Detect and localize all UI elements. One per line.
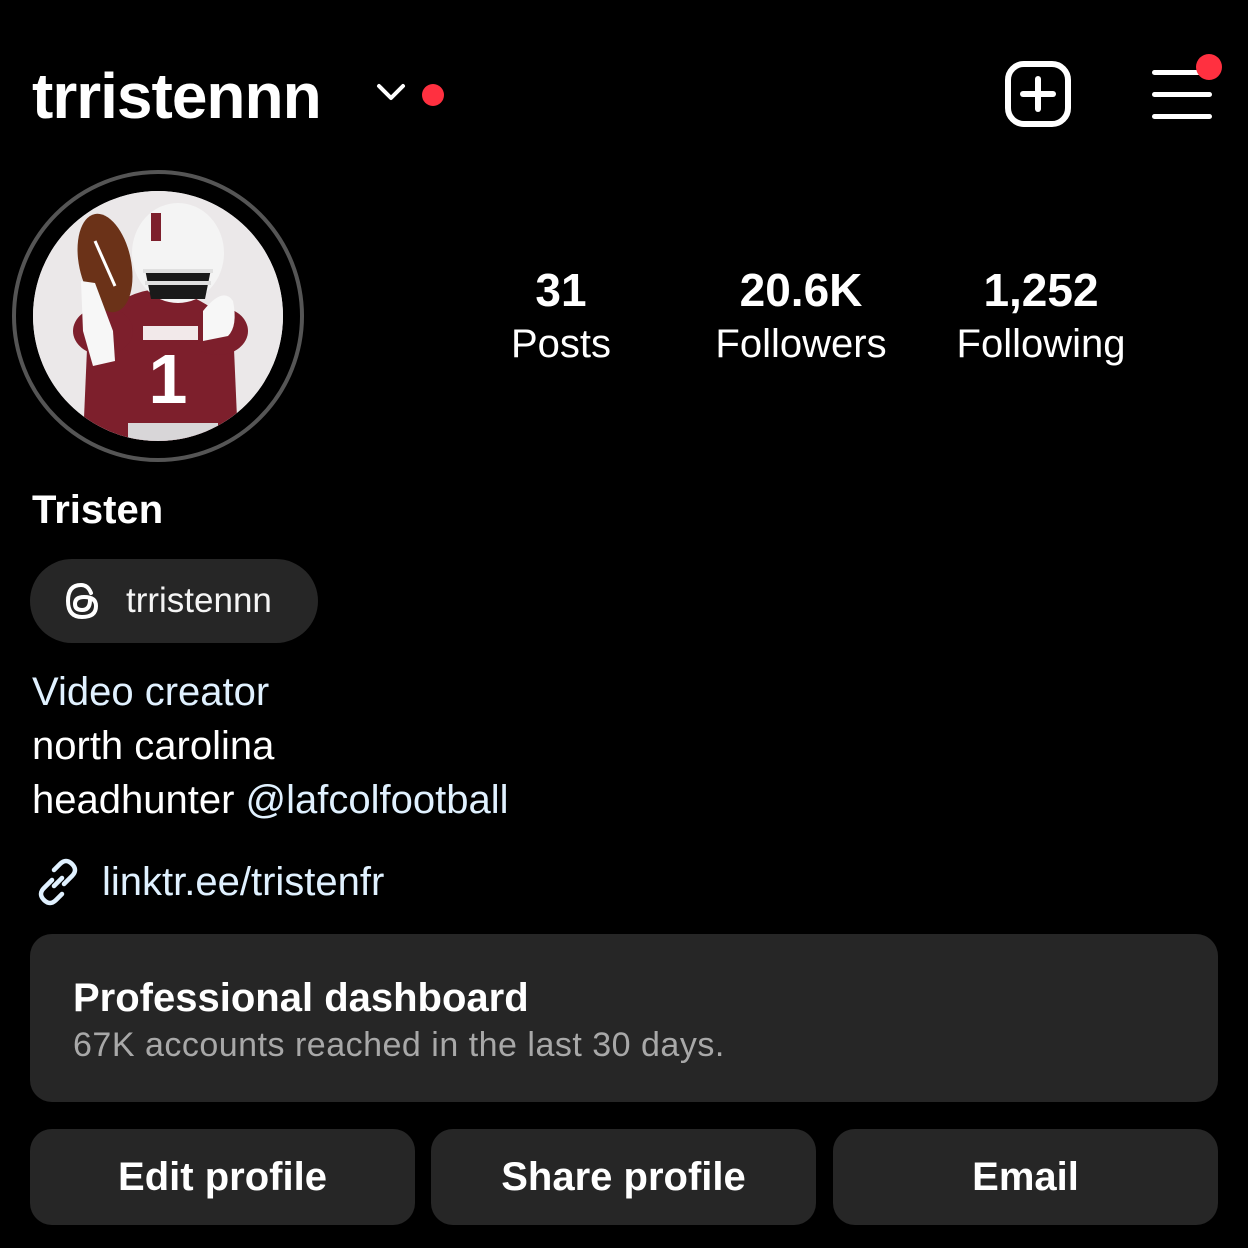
profile-photo: 1	[33, 191, 283, 441]
mention-link[interactable]: @lafcolfootball	[246, 778, 509, 822]
bio-text: headhunter	[32, 778, 246, 822]
followers-count: 20.6K	[739, 264, 863, 316]
followers-label: Followers	[715, 322, 887, 366]
category-label[interactable]: Video creator	[32, 665, 269, 719]
posts-stat[interactable]: 31 Posts	[441, 262, 681, 370]
dashboard-subtitle: 67K accounts reached in the last 30 days…	[73, 1026, 725, 1064]
threads-badge[interactable]: trristennn	[30, 559, 318, 643]
threads-handle: trristennn	[126, 581, 272, 620]
posts-label: Posts	[510, 322, 612, 366]
notification-dot	[1196, 54, 1222, 80]
menu-bar	[1152, 92, 1212, 97]
svg-text:1: 1	[149, 340, 188, 418]
link-icon	[38, 858, 78, 906]
threads-icon	[65, 582, 99, 620]
menu-bar	[1152, 114, 1212, 119]
bio-line: headhunter @lafcolfootball	[32, 773, 508, 827]
posts-count: 31	[535, 264, 587, 316]
following-label: Following	[956, 322, 1126, 366]
plus-square-icon[interactable]	[1004, 60, 1072, 128]
external-link[interactable]: linktr.ee/tristenfr	[102, 856, 384, 908]
followers-stat[interactable]: 20.6K Followers	[681, 262, 921, 370]
following-count: 1,252	[983, 264, 1099, 316]
notification-dot	[422, 84, 444, 106]
following-stat[interactable]: 1,252 Following	[921, 262, 1161, 370]
professional-dashboard-card[interactable]: Professional dashboard 67K accounts reac…	[30, 934, 1218, 1102]
email-button[interactable]: Email	[833, 1129, 1218, 1225]
hamburger-menu-icon[interactable]	[1150, 54, 1222, 122]
avatar[interactable]: 1	[33, 191, 283, 441]
username-title[interactable]: trristennn	[32, 58, 322, 134]
dashboard-title: Professional dashboard	[73, 976, 529, 1020]
share-profile-button[interactable]: Share profile	[431, 1129, 816, 1225]
bio-line: north carolina	[32, 724, 275, 768]
display-name: Tristen	[32, 488, 164, 532]
chevron-down-icon[interactable]	[374, 80, 408, 104]
edit-profile-button[interactable]: Edit profile	[30, 1129, 415, 1225]
